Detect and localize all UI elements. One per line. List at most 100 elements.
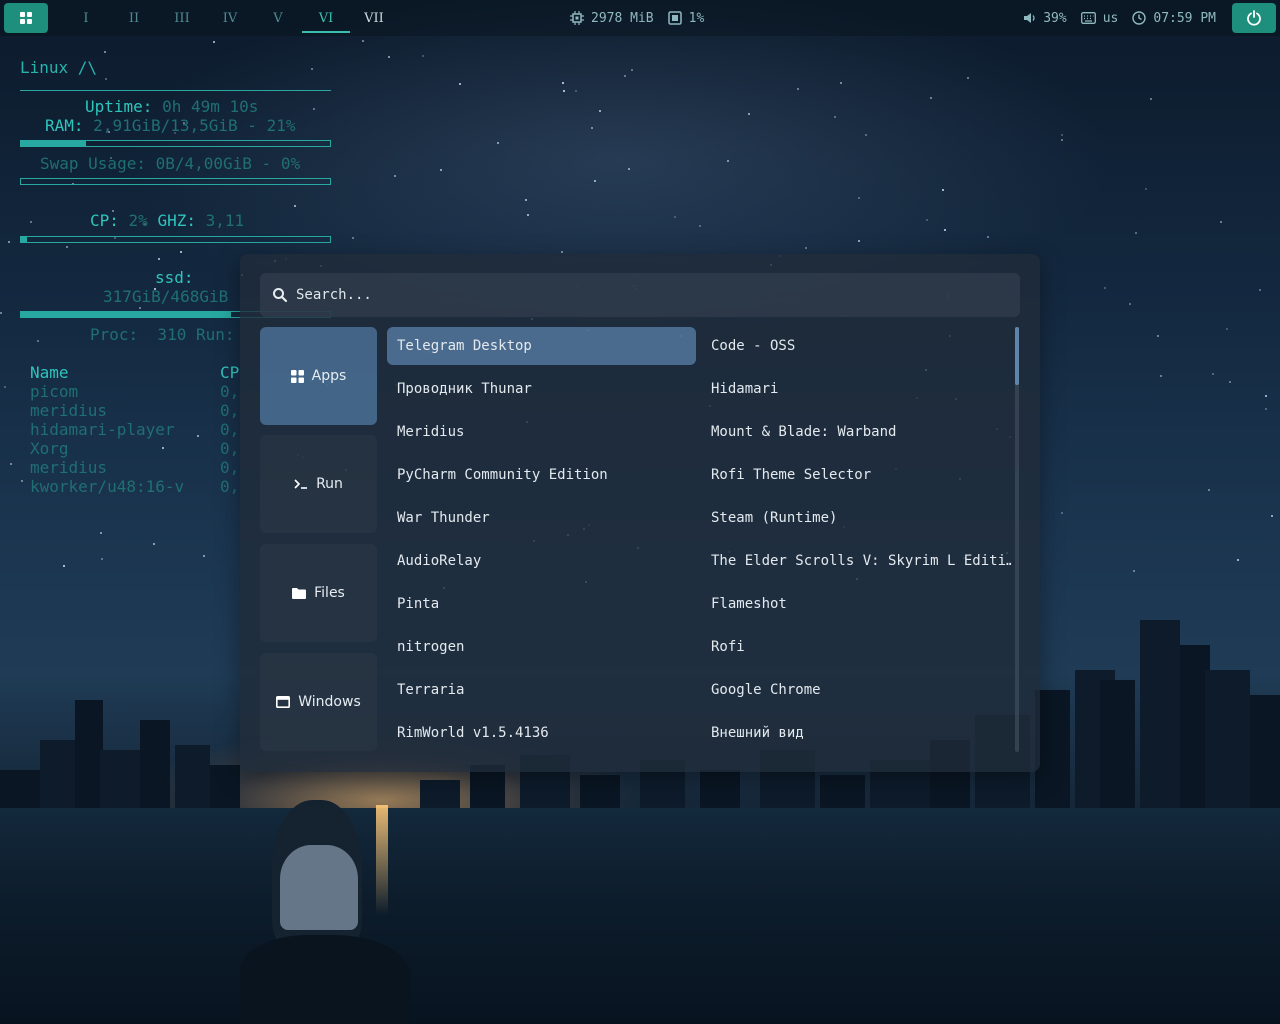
star [527,214,529,216]
uptime-row: Uptime: 0h 49m 10s [85,97,258,116]
star [1160,375,1162,377]
star [63,565,65,567]
star [153,543,155,545]
workspace-6[interactable]: VI [302,0,350,36]
mode-windows[interactable]: Windows [260,653,377,751]
app-list-item[interactable]: Meridius [387,413,696,451]
cpu-icon [667,11,682,25]
uptime-label: Uptime: [85,97,153,116]
rock [240,935,410,1024]
building [1140,620,1180,810]
star [805,247,807,249]
app-list-item[interactable]: AudioRelay [387,542,696,580]
app-list-item[interactable]: Telegram Desktop [387,327,696,365]
building [100,750,140,810]
app-list-item[interactable]: The Elder Scrolls V: Skyrim L Editi… [701,542,1011,580]
app-launcher-button[interactable] [4,3,48,33]
conky-title: Linux /\ [20,58,98,77]
star [1157,335,1159,337]
keyboard-layout[interactable]: us [1080,11,1118,26]
app-list-item[interactable]: Flameshot [701,585,1011,623]
app-list-item[interactable]: Rofi [701,628,1011,666]
building [820,775,865,810]
star [1061,134,1063,136]
cpu-stat[interactable]: 1% [667,10,705,26]
scrollbar[interactable] [1015,327,1019,752]
star [865,134,867,136]
ssd-label: ssd: [155,268,194,287]
building [175,745,210,810]
swap-row: Swap Usage: 0B/4,00GiB - 0% [40,154,301,173]
mode-apps[interactable]: Apps [260,327,377,425]
mode-run[interactable]: Run [260,435,377,533]
terminal-icon [294,479,308,489]
mode-files[interactable]: Files [260,544,377,642]
app-list-item[interactable]: RimWorld v1.5.4136 [387,714,696,752]
divider [20,90,331,91]
star [388,56,390,58]
star [967,77,969,79]
search-bar[interactable] [260,273,1020,317]
star [1129,303,1131,305]
cpu-label: CP: [90,211,119,230]
app-list-item[interactable]: Внешний вид [701,714,1011,752]
star [525,199,527,201]
building [1100,680,1135,810]
star [497,142,499,144]
star [1229,381,1231,383]
app-list-item[interactable]: nitrogen [387,628,696,666]
workspace-1[interactable]: I [62,0,110,36]
app-list-item[interactable]: Code - OSS [701,327,1011,365]
building [140,720,170,810]
app-list-item[interactable]: Pinta [387,585,696,623]
search-input[interactable] [294,286,978,304]
ssd-value: 317GiB/468GiB [103,287,229,306]
app-list-item[interactable]: Steam (Runtime) [701,499,1011,537]
memory-stat[interactable]: 2978 MiB [570,11,654,26]
search-icon [273,288,288,303]
star [834,116,836,118]
workspace-5[interactable]: V [254,0,302,36]
app-list-item[interactable]: Mount & Blade: Warband [701,413,1011,451]
app-list-item[interactable]: PyCharm Community Edition [387,456,696,494]
cpu-value: 1% [688,10,705,26]
process-name: picom [30,382,79,401]
app-launcher-window: Apps Run Files Windows Telegram Desktop П… [240,254,1040,772]
app-list-item[interactable]: Terraria [387,671,696,709]
ram-value: 2,91GiB/13,5GiB - 21% [93,116,296,135]
star [797,88,799,90]
scrollbar-thumb[interactable] [1015,327,1019,385]
clock[interactable]: 07:59 PM [1132,11,1216,26]
star [624,75,626,77]
process-name: hidamari-player [30,420,175,439]
app-list-item[interactable]: Google Chrome [701,671,1011,709]
app-list-item[interactable]: Проводник Thunar [387,370,696,408]
star [1061,512,1063,514]
star [1061,139,1063,141]
star [1145,188,1147,190]
app-list-item[interactable]: Hidamari [701,370,1011,408]
process-name: meridius [30,401,108,420]
workspace-switcher: I II III IV V VI VII [62,0,398,36]
ram-label: RAM: [45,116,84,135]
workspace-3[interactable]: III [158,0,206,36]
building [1250,695,1280,810]
star [987,236,989,238]
volume-stat[interactable]: 39% [1023,11,1067,26]
ghz-value: 3,11 [205,211,245,230]
star [352,237,354,239]
workspace-7[interactable]: VII [350,0,398,36]
star [1259,289,1261,291]
window-icon [276,696,291,708]
star [594,180,596,182]
app-list-item[interactable]: War Thunder [387,499,696,537]
workspace-4[interactable]: IV [206,0,254,36]
mode-label: Run [316,476,343,492]
cpu-row: CP: 2% GHZ: 3,11 [90,211,244,230]
power-icon [1247,10,1261,26]
workspace-2[interactable]: II [110,0,158,36]
app-list-item[interactable]: Rofi Theme Selector [701,456,1011,494]
power-button[interactable] [1232,3,1276,33]
star [1226,328,1228,330]
star [591,127,593,129]
